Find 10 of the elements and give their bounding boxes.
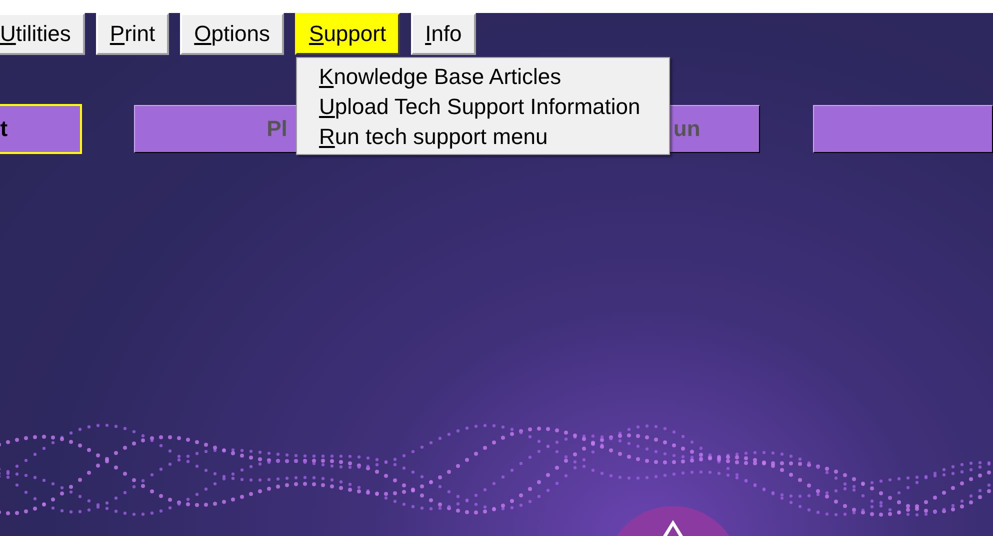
menu-item[interactable]: Print [96,13,170,55]
menu-item[interactable]: Info [411,13,476,55]
menu-item[interactable]: Options [180,13,284,55]
menu-option[interactable]: Upload Tech Support Information [319,92,659,122]
menu-option[interactable]: Knowledge Base Articles [319,62,659,92]
menu-item[interactable]: Utilities [0,13,85,55]
action-button[interactable]: t [0,105,81,153]
menu-item[interactable]: Support [295,13,400,55]
menu-option[interactable]: Run tech support menu [319,122,659,152]
action-button[interactable] [813,105,993,153]
